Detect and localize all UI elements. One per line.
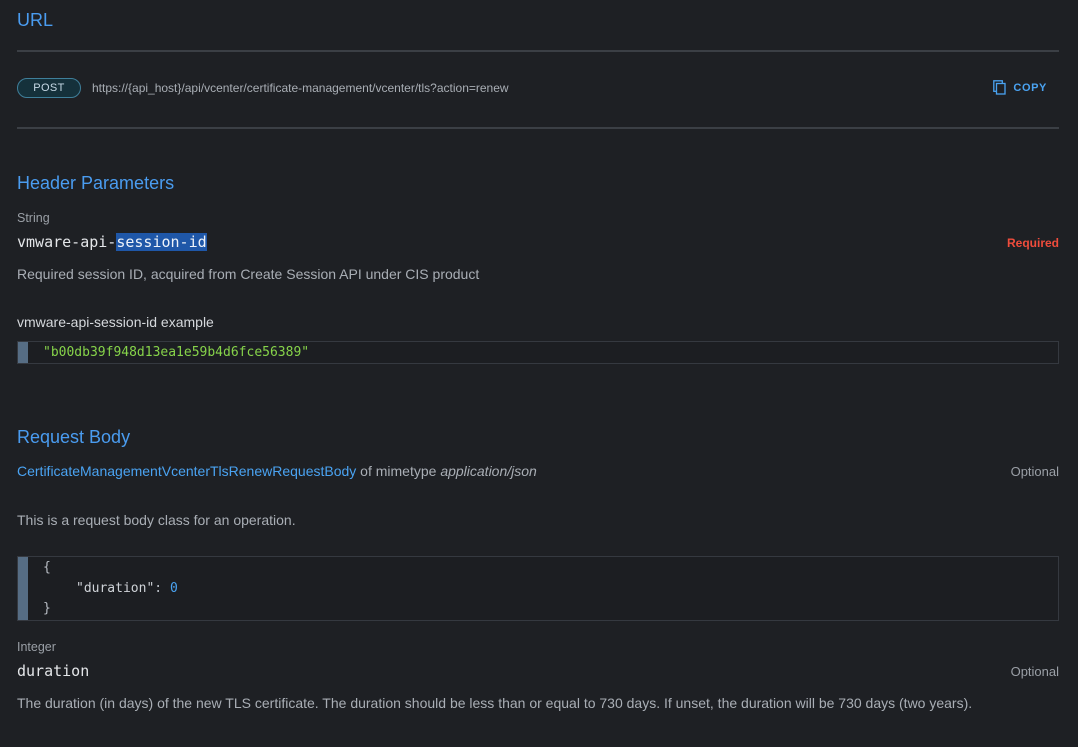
param-name-selection: session-id <box>116 233 207 251</box>
mimetype: application/json <box>440 463 537 479</box>
copy-icon <box>993 80 1007 95</box>
url-section-title: URL <box>17 10 54 30</box>
param-type: String <box>17 211 50 225</box>
request-body-type: CertificateManagementVcenterTlsRenewRequ… <box>17 463 537 479</box>
endpoint-url: https://{api_host}/api/vcenter/certifica… <box>92 81 509 95</box>
divider <box>17 127 1059 129</box>
field-optional-badge: Optional <box>1010 664 1059 679</box>
copy-button[interactable]: COPY <box>993 80 1047 95</box>
param-name-prefix: vmware-api- <box>17 233 117 251</box>
example-label: vmware-api-session-id example <box>17 314 214 330</box>
request-body-code-block[interactable]: { "duration": 0 } <box>17 556 1059 621</box>
field-name: duration <box>17 662 90 680</box>
code-key: "duration" <box>76 581 155 596</box>
code-block-bar <box>18 342 28 363</box>
param-description: Required session ID, acquired from Creat… <box>17 266 480 282</box>
request-body-title: Request Body <box>17 427 131 447</box>
code-close-brace: } <box>43 601 51 616</box>
code-block-bar <box>18 557 28 620</box>
divider <box>17 50 1059 52</box>
code-separator: : <box>154 581 170 596</box>
request-body-description: This is a request body class for an oper… <box>17 512 296 528</box>
http-method-badge: POST <box>17 78 81 98</box>
code-value: 0 <box>169 581 178 596</box>
request-body-class-link[interactable]: CertificateManagementVcenterTlsRenewRequ… <box>17 463 356 479</box>
header-parameters-title: Header Parameters <box>17 173 175 193</box>
required-badge: Required <box>1006 236 1059 250</box>
code-duration-line: "duration": 0 <box>76 581 178 596</box>
example-value: "b00db39f948d13ea1e59b4d6fce56389" <box>43 345 310 360</box>
code-open-brace: { <box>43 560 51 575</box>
mimetype-prefix: of mimetype <box>356 463 441 479</box>
field-description: The duration (in days) of the new TLS ce… <box>17 695 973 711</box>
param-name[interactable]: vmware-api-session-id <box>17 233 207 251</box>
optional-badge: Optional <box>1010 464 1059 479</box>
copy-label: COPY <box>1013 81 1047 94</box>
field-type: Integer <box>17 640 56 654</box>
example-code-block[interactable]: "b00db39f948d13ea1e59b4d6fce56389" <box>17 341 1059 364</box>
